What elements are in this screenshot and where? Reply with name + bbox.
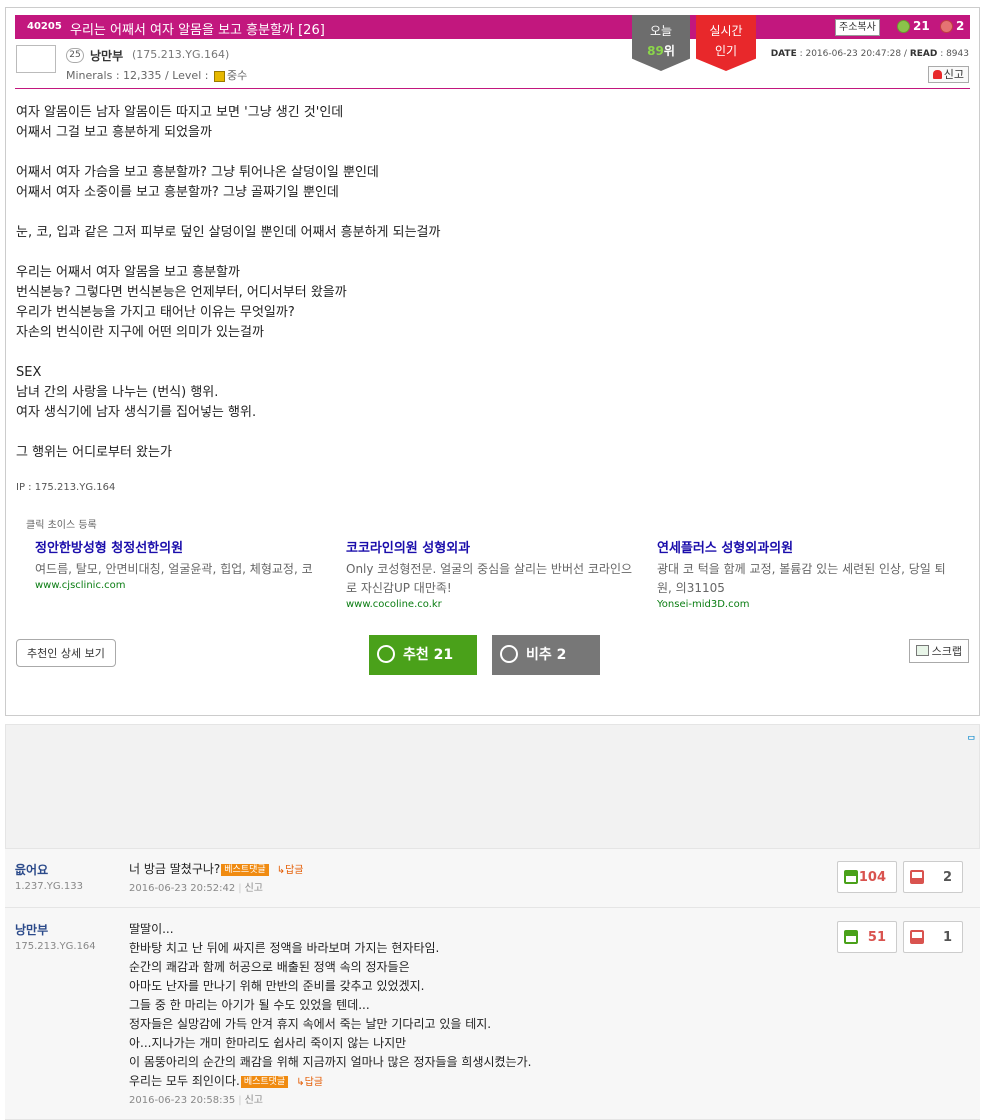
recommend-button[interactable]: 추천 21 — [369, 635, 477, 675]
up-count: 21 — [897, 19, 930, 33]
ad-banner-area: ᄆ — [5, 724, 980, 849]
copy-address-button[interactable]: 주소복사 — [835, 19, 880, 36]
post-container: 40205 우리는 어째서 여자 알몸을 보고 흥분할까 [26] 주소복사 2… — [5, 7, 980, 716]
frown-icon — [500, 645, 518, 663]
thumbs-up-icon — [844, 930, 858, 944]
frown-icon — [940, 20, 953, 33]
down-count: 2 — [940, 19, 964, 33]
post-date-read: DATE : 2016-06-23 20:47:28 / READ : 8943 — [770, 49, 969, 59]
comment-ip: 1.237.YG.133 — [15, 881, 83, 892]
comment-meta: 2016-06-23 20:58:35 | 신고 — [129, 1095, 263, 1106]
author-name[interactable]: 낭만부 — [90, 47, 123, 64]
post-number: 40205 — [27, 21, 62, 32]
today-rank-badge: 오늘 89위 — [632, 15, 690, 71]
best-comment-badge: 베스트댓글 — [240, 1076, 289, 1088]
ad-item[interactable]: 연세플러스 성형외과의원 광대 코 턱을 함께 교정, 볼륨감 있는 세련된 인… — [657, 537, 947, 610]
thumbs-up-icon — [844, 870, 858, 884]
scrap-button[interactable]: 스크랩 — [908, 639, 969, 663]
comment-report-link[interactable]: 신고 — [245, 1095, 263, 1106]
comment-item: 낭만부 175.213.YG.164 딸딸이... 한바탕 치고 난 뒤에 싸지… — [5, 909, 980, 1120]
best-comment-badge: 베스트댓글 — [221, 864, 269, 876]
live-popular-badge: 실시간 인기 — [696, 15, 756, 71]
comment-author[interactable]: 낭만부 — [15, 921, 48, 938]
comment-list: 읎어요 1.237.YG.133 너 방금 딸쳤구나? 베스트댓글 ↳답글 2016… — [5, 849, 980, 1120]
adchoices-icon[interactable]: ᄆ — [967, 732, 976, 747]
level-icon — [213, 70, 225, 82]
report-button[interactable]: 신고 — [927, 66, 969, 83]
comment-downvote-button[interactable]: 1 — [903, 921, 963, 953]
comment-author[interactable]: 읎어요 — [15, 861, 48, 878]
ads-header[interactable]: 클릭 초이스 등록 — [26, 516, 97, 531]
level-badge: 25 — [66, 48, 84, 63]
post-title[interactable]: 우리는 어째서 여자 알몸을 보고 흥분할까 [26] — [70, 19, 325, 38]
ad-item[interactable]: 정안한방성형 청정선한의원 여드름, 탈모, 안면비대칭, 얼굴윤곽, 힙업, … — [35, 537, 325, 591]
recommenders-detail-button[interactable]: 추천인 상세 보기 — [16, 639, 116, 667]
sponsored-links: 클릭 초이스 등록 정안한방성형 청정선한의원 여드름, 탈모, 안면비대칭, … — [16, 513, 971, 613]
scrap-icon — [915, 645, 929, 656]
post-body: 여자 알몸이든 남자 알몸이든 따지고 보면 '그냥 생긴 것'인데 어째서 그… — [16, 105, 441, 460]
comment-body: 딸딸이... 한바탕 치고 난 뒤에 싸지른 정액을 바라보며 가지는 현자타임… — [129, 920, 829, 1110]
not-recommend-button[interactable]: 비추 2 — [492, 635, 600, 675]
smile-icon — [897, 20, 910, 33]
author-ip: (175.213.YG.164) — [132, 48, 230, 61]
title-divider — [15, 88, 970, 89]
comment-report-link[interactable]: 신고 — [245, 883, 263, 894]
comment-ip: 175.213.YG.164 — [15, 941, 96, 952]
reply-link[interactable]: ↳답글 — [277, 865, 304, 876]
post-title-bar: 40205 우리는 어째서 여자 알몸을 보고 흥분할까 [26] 주소복사 2… — [15, 15, 970, 39]
comment-upvote-button[interactable]: 104 — [837, 861, 897, 893]
siren-icon — [932, 70, 942, 79]
comment-upvote-button[interactable]: 51 — [837, 921, 897, 953]
thumbs-down-icon — [910, 930, 924, 944]
ad-item[interactable]: 코코라인의원 성형외과 Only 코성형전문. 얼굴의 중심을 살리는 반버선 … — [346, 537, 636, 610]
author-minerals: Minerals : 12,335 / Level : 중수 — [66, 69, 248, 82]
smile-icon — [377, 645, 395, 663]
thumbs-down-icon — [910, 870, 924, 884]
comment-downvote-button[interactable]: 2 — [903, 861, 963, 893]
comment-meta: 2016-06-23 20:52:42 | 신고 — [129, 883, 263, 894]
post-ip: IP : 175.213.YG.164 — [16, 482, 116, 493]
reply-link[interactable]: ↳답글 — [296, 1077, 323, 1088]
comment-body: 너 방금 딸쳤구나? 베스트댓글 ↳답글 2016-06-23 20:52:42 | 신… — [129, 860, 829, 898]
avatar — [16, 45, 56, 73]
comment-item: 읎어요 1.237.YG.133 너 방금 딸쳤구나? 베스트댓글 ↳답글 2016… — [5, 849, 980, 908]
